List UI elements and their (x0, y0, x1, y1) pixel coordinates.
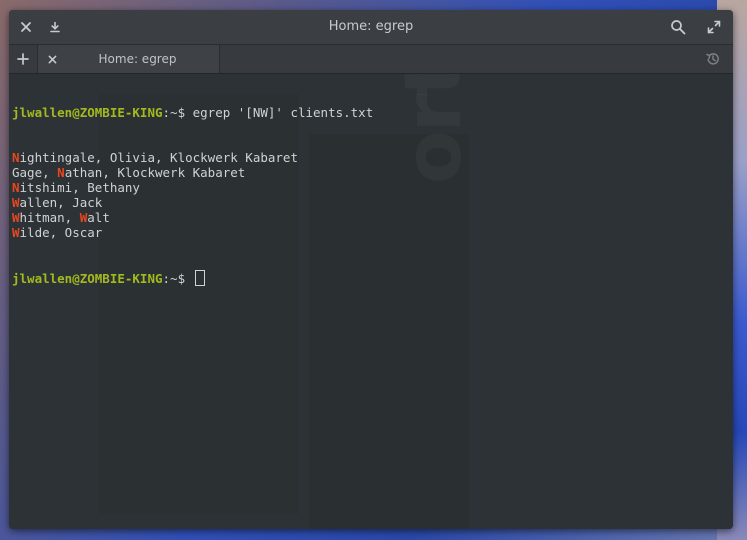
tab-home-egrep[interactable]: Home: egrep (38, 45, 220, 73)
output-line: Whitman, Walt (12, 210, 373, 225)
plus-icon (17, 53, 29, 65)
match-highlight: N (12, 150, 20, 165)
output-text: ightingale, Olivia, Klockwerk Kabaret (19, 150, 298, 165)
window-title: Home: egrep (328, 19, 414, 34)
output-line: Gage, Nathan, Klockwerk Kabaret (12, 165, 373, 180)
tab-close-button[interactable] (44, 45, 60, 73)
result-lines: Nightingale, Olivia, Klockwerk Kabaret Ga… (12, 150, 373, 240)
search-icon (671, 20, 686, 35)
command-line: jlwallen@ZOMBIE-KING:~$ egrep '[NW]' cli… (12, 105, 373, 120)
fullscreen-icon (707, 20, 721, 34)
prompt-line: jlwallen@ZOMBIE-KING:~$ (12, 270, 373, 286)
output-line: Wallen, Jack (12, 195, 373, 210)
match-highlight: W (12, 210, 20, 225)
output-line: Nightingale, Olivia, Klockwerk Kabaret (12, 150, 373, 165)
output-text: allen, Jack (19, 195, 103, 210)
prompt-user: jlwallen@ZOMBIE-KING (12, 271, 163, 286)
match-highlight: N (12, 180, 20, 195)
titlebar: Home: egrep (9, 10, 733, 45)
output-line: Wilde, Oscar (12, 225, 373, 240)
text-cursor (194, 270, 205, 286)
tab-label: Home: egrep (98, 52, 177, 66)
output-text: itshimi, Bethany (19, 180, 140, 195)
closed-tabs-history-button[interactable] (701, 45, 725, 73)
output-text: hitman, (19, 210, 80, 225)
tab-bar: Home: egrep (9, 45, 733, 74)
background-watermark: ortofon (389, 74, 479, 184)
output-text: athan, Klockwerk Kabaret (64, 165, 246, 180)
output-text: alt (87, 210, 110, 225)
fullscreen-button[interactable] (699, 10, 729, 44)
terminal-window: Home: egrep Home: egrep jlwallen@ZOMBIE-… (9, 10, 733, 529)
match-highlight: W (12, 195, 20, 210)
output-text: Gage, (12, 165, 58, 180)
prompt-user: jlwallen@ZOMBIE-KING (12, 105, 163, 120)
history-icon (706, 53, 719, 65)
new-tab-button[interactable] (9, 45, 38, 73)
prompt-path: :~$ (162, 271, 186, 286)
search-button[interactable] (663, 10, 693, 44)
terminal-area[interactable]: ortofon jlwallen@ZOMBIE-KING:~$ egrep '[… (9, 74, 733, 529)
close-icon (48, 55, 56, 63)
output-line: Nitshimi, Bethany (12, 180, 373, 195)
match-highlight: W (12, 225, 20, 240)
output-text: ilde, Oscar (19, 225, 103, 240)
terminal-output: jlwallen@ZOMBIE-KING:~$ egrep '[NW]' cli… (12, 75, 373, 315)
match-highlight: N (57, 165, 65, 180)
command-text: egrep '[NW]' clients.txt (185, 105, 374, 120)
prompt-path: :~$ (162, 105, 186, 120)
